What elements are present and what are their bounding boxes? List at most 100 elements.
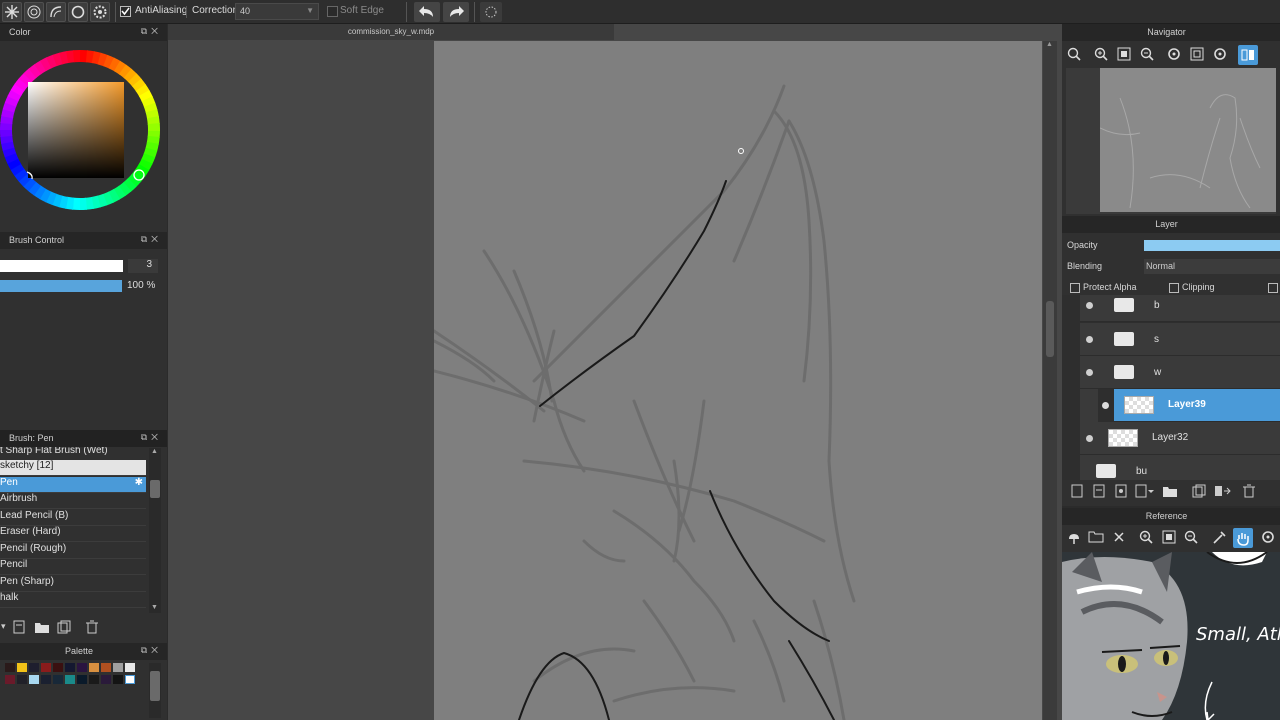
- navigator-thumbnail[interactable]: [1099, 68, 1276, 212]
- correction-label: Correction: [192, 5, 239, 16]
- blending-dropdown[interactable]: Normal: [1144, 259, 1280, 274]
- scroll-up-icon[interactable]: ▲: [151, 448, 158, 455]
- scroll-down-icon[interactable]: ▼: [151, 604, 158, 611]
- eye-icon[interactable]: [1086, 369, 1093, 376]
- snap-concentric-icon[interactable]: [24, 2, 44, 22]
- brush-item[interactable]: t Sharp Flat Brush (Wet): [0, 447, 146, 461]
- layer-name: Layer39: [1168, 399, 1206, 410]
- flip-horizontal-button[interactable]: [1238, 45, 1258, 65]
- panel-float-close-icons[interactable]: ⧉✕: [141, 645, 162, 656]
- zoom-out-icon[interactable]: [1183, 529, 1201, 547]
- brush-item[interactable]: halk: [0, 592, 146, 608]
- reference-image[interactable]: Small, Ath: [1062, 552, 1280, 720]
- lock-checkbox[interactable]: [1268, 283, 1278, 293]
- folder-icon[interactable]: [1162, 484, 1178, 498]
- rotate-right-icon[interactable]: [1212, 46, 1230, 64]
- protect-alpha-checkbox[interactable]: [1070, 283, 1080, 293]
- palette-panel: Palette ⧉✕: [0, 643, 167, 720]
- soft-edge-checkbox[interactable]: [327, 6, 338, 17]
- brush-opacity-slider[interactable]: [0, 280, 122, 292]
- eye-icon[interactable]: [1086, 435, 1093, 442]
- brush-item[interactable]: sketchy [12]: [0, 460, 146, 476]
- fit-screen-icon[interactable]: [1161, 529, 1179, 547]
- navigator-preview[interactable]: [1066, 68, 1276, 214]
- new-raster-layer-icon[interactable]: [1092, 484, 1106, 498]
- layer-name: bu: [1136, 466, 1148, 477]
- brush-item[interactable]: Eraser (Hard): [0, 526, 146, 542]
- undo-button[interactable]: [414, 2, 440, 22]
- layer-add-dropdown-icon[interactable]: [1134, 484, 1154, 498]
- duplicate-icon[interactable]: [57, 620, 71, 634]
- brush-item[interactable]: Pencil (Rough): [0, 543, 146, 559]
- snap-parallel-icon[interactable]: [2, 2, 22, 22]
- brush-item[interactable]: Airbrush: [0, 493, 146, 509]
- layer-opacity-slider[interactable]: [1144, 240, 1280, 251]
- rotate-icon[interactable]: [1260, 529, 1278, 547]
- layer-row-s[interactable]: s: [1080, 323, 1280, 356]
- brush-size-slider[interactable]: [0, 260, 123, 272]
- redo-button[interactable]: [443, 2, 469, 22]
- hand-tool-button[interactable]: [1233, 528, 1253, 548]
- eye-icon[interactable]: [1102, 402, 1109, 409]
- upload-icon[interactable]: [1066, 529, 1084, 547]
- trash-icon[interactable]: [1242, 484, 1256, 498]
- layer-row-layer32[interactable]: Layer32: [1080, 422, 1280, 455]
- color-wheel[interactable]: [0, 44, 166, 224]
- new-halftone-layer-icon[interactable]: [1114, 484, 1128, 498]
- document-tab[interactable]: commission_sky_w.mdp: [168, 24, 614, 40]
- correction-dropdown[interactable]: 40 ▼: [235, 3, 319, 20]
- panel-float-close-icons[interactable]: ⧉✕: [141, 26, 162, 37]
- snap-settings-icon[interactable]: [90, 2, 110, 22]
- zoom-out-icon[interactable]: [1139, 46, 1157, 64]
- new-brush-icon[interactable]: [12, 620, 26, 634]
- brush-item[interactable]: Pen (Sharp): [0, 576, 146, 592]
- redo-icon: [450, 6, 464, 17]
- snap-curve-icon[interactable]: [46, 2, 66, 22]
- close-icon[interactable]: [1111, 529, 1129, 547]
- brush-item-selected[interactable]: Pen ✱: [0, 477, 146, 493]
- brush-item[interactable]: Lead Pencil (B): [0, 510, 146, 526]
- clipping-checkbox[interactable]: [1169, 283, 1179, 293]
- brush-control-panel: Brush Control ⧉✕ 3 100 %: [0, 232, 167, 430]
- reset-view-icon[interactable]: [1189, 46, 1207, 64]
- layer-title: Layer: [1155, 219, 1178, 229]
- layer-row-b[interactable]: b: [1080, 295, 1280, 322]
- layer-row-layer39[interactable]: Layer39: [1102, 389, 1280, 422]
- brush-item[interactable]: Pencil: [0, 559, 146, 575]
- brush-control-header: Brush Control ⧉✕: [0, 232, 167, 249]
- panel-float-close-icons[interactable]: ⧉✕: [141, 432, 162, 443]
- brush-size-value[interactable]: 3: [128, 259, 158, 273]
- palette-swatches[interactable]: [0, 663, 135, 689]
- merge-layer-icon[interactable]: [1214, 484, 1232, 498]
- eye-icon[interactable]: [1086, 302, 1093, 309]
- eye-icon[interactable]: [1086, 336, 1093, 343]
- navigator-sketch: [1099, 94, 1261, 209]
- zoom-in-icon[interactable]: [1138, 529, 1156, 547]
- rotate-left-icon[interactable]: [1166, 46, 1184, 64]
- canvas-vertical-scrollbar[interactable]: ▲: [1043, 41, 1057, 720]
- brush-list-scrollbar[interactable]: ▲ ▼: [149, 448, 161, 613]
- snap-circle-icon[interactable]: [68, 2, 88, 22]
- brush-item-label: Pen: [0, 477, 18, 488]
- trash-icon[interactable]: [85, 620, 99, 634]
- layer-row-bu[interactable]: bu: [1080, 455, 1280, 480]
- scroll-up-icon[interactable]: ▲: [1046, 41, 1053, 48]
- folder-icon[interactable]: [34, 620, 50, 634]
- antialiasing-checkbox[interactable]: [120, 6, 131, 17]
- duplicate-layer-icon[interactable]: [1192, 484, 1206, 498]
- open-folder-icon[interactable]: [1088, 529, 1106, 547]
- layer-list: b s w Layer39 Layer32 bu: [1062, 295, 1280, 480]
- eyedropper-icon[interactable]: [1211, 529, 1229, 547]
- new-layer-icon[interactable]: [1070, 484, 1084, 498]
- fit-screen-icon[interactable]: [1116, 46, 1134, 64]
- drawing-canvas[interactable]: [434, 41, 1042, 720]
- chevron-down-icon[interactable]: ▾: [1, 621, 6, 632]
- deselect-button[interactable]: [480, 2, 502, 22]
- layer-row-w[interactable]: w: [1080, 356, 1280, 389]
- gear-icon[interactable]: ✱: [135, 477, 143, 488]
- clipping-label: Clipping: [1182, 282, 1215, 292]
- panel-float-close-icons[interactable]: ⧉✕: [141, 234, 162, 245]
- zoom-in-icon[interactable]: [1066, 46, 1084, 64]
- palette-scrollbar[interactable]: [149, 663, 161, 718]
- zoom-in-icon[interactable]: [1093, 46, 1111, 64]
